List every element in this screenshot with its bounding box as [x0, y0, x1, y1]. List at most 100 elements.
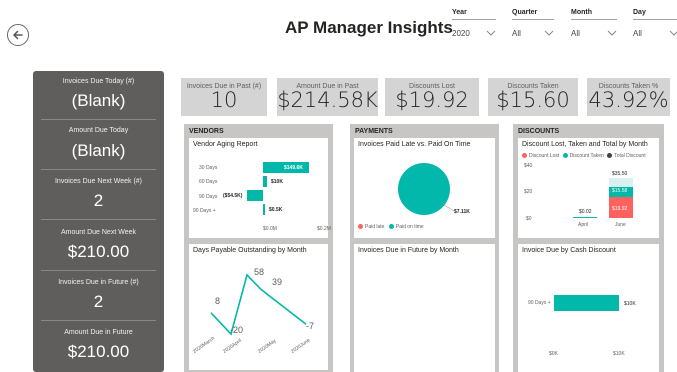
left-kpi-panel: Invoices Due Today (#) (Blank) Amount Du…: [33, 71, 164, 372]
chart-title: Discount Lost, Taken and Total by Month: [522, 141, 648, 148]
data-label: -7: [306, 321, 315, 331]
y-tick: $20: [524, 189, 533, 195]
legend-dot-icon: [562, 153, 568, 159]
slicer-value: All: [571, 29, 580, 38]
data-label: $149.6K: [284, 165, 303, 171]
slicer-value: All: [512, 29, 521, 38]
page-title: AP Manager Insights: [285, 18, 453, 37]
data-label: 8: [215, 296, 221, 306]
data-label: $15.58: [612, 188, 628, 194]
legend: Paid late Paid on time: [358, 224, 424, 230]
day-slicer[interactable]: Day All: [633, 9, 677, 43]
month-slicer[interactable]: Month All: [571, 9, 617, 43]
kpi-label: Invoices Due in Future (#): [58, 279, 139, 286]
leader-line: [443, 204, 455, 212]
kpi-label: Invoices Due Next Week (#): [54, 178, 142, 185]
kpi-card: Amount Due in Past $214.58K: [277, 78, 378, 116]
vendors-section: VENDORS Vendor Aging Report 30 Days 60 D…: [184, 124, 333, 372]
kpi-label: Invoices Due Today (#): [62, 78, 135, 85]
kpi-card: Invoices Due in Past (#) 10: [181, 78, 267, 116]
aging-bar-90[interactable]: [247, 190, 263, 201]
category-label: 90 Days +: [528, 300, 551, 306]
aging-bar-90plus[interactable]: [263, 204, 265, 215]
x-tick: $10K: [613, 351, 625, 357]
chevron-down-icon[interactable]: [486, 29, 496, 37]
legend-label: Paid on time: [395, 224, 424, 230]
dpo-chart[interactable]: Days Payable Outstanding by Month 8 -20 …: [189, 244, 328, 370]
x-tick: $0.2M: [317, 226, 331, 232]
chevron-down-icon[interactable]: [669, 29, 677, 37]
x-tick: June: [615, 222, 626, 228]
legend-label: Discount Taken: [569, 153, 604, 159]
y-tick: $0: [526, 216, 532, 222]
legend-label: Total Discount: [614, 153, 646, 159]
vendor-aging-chart[interactable]: Vendor Aging Report 30 Days 60 Days 90 D…: [189, 138, 331, 238]
bar-june-total[interactable]: [609, 178, 633, 187]
legend-dot-icon: [388, 224, 394, 230]
x-tick: $0K: [549, 351, 558, 357]
slicer-label: Day: [633, 9, 646, 16]
aging-bar-60[interactable]: [263, 176, 267, 187]
kpi-value: 2: [93, 292, 104, 311]
future-due-chart[interactable]: Invoices Due in Future by Month: [354, 244, 495, 372]
chevron-down-icon[interactable]: [607, 29, 617, 37]
back-arrow-icon: [13, 30, 23, 40]
bar-april-taken[interactable]: [573, 217, 597, 218]
kpi-card: Discounts Taken % 43.92%: [587, 78, 670, 116]
kpi-value: 10: [210, 88, 238, 112]
year-slicer[interactable]: Year 2020: [452, 9, 496, 43]
slicer-label: Month: [571, 9, 592, 16]
cash-discount-bar[interactable]: [554, 295, 619, 311]
data-label: $7.11K: [454, 209, 470, 215]
data-label: -20: [230, 325, 244, 335]
dpo-line: [210, 273, 307, 336]
category-label: 90 Days: [199, 194, 218, 200]
slicer-value: 2020: [452, 29, 470, 38]
kpi-value: (Blank): [71, 141, 126, 160]
legend-label: Paid late: [365, 224, 385, 230]
section-title: DISCOUNTS: [518, 128, 560, 135]
kpi-value: $210.00: [67, 342, 130, 361]
data-label: $10K: [271, 179, 283, 185]
payments-section: PAYMENTS Invoices Paid Late vs. Paid On …: [350, 124, 499, 372]
chart-title: Invoice Due by Cash Discount: [522, 247, 616, 254]
data-label: 58: [254, 267, 265, 277]
slicer-value: All: [633, 29, 642, 38]
category-label: 60 Days: [199, 179, 218, 185]
kpi-value: 43.92%: [588, 88, 669, 112]
chart-title: Invoices Due in Future by Month: [358, 247, 459, 254]
kpi-value: 2: [93, 191, 104, 210]
discounts-section: DISCOUNTS Discount Lost, Taken and Total…: [513, 124, 664, 372]
data-label: ($54.5K): [223, 193, 243, 199]
section-title: VENDORS: [189, 128, 224, 135]
kpi-card: Discounts Taken $15.60: [488, 78, 578, 116]
legend-dot-icon: [358, 224, 363, 230]
x-tick: April: [578, 222, 589, 228]
kpi-value: $15.60: [496, 88, 570, 112]
data-label: $10K: [624, 301, 636, 307]
slicer-label: Year: [452, 9, 467, 16]
legend-dot-icon: [522, 153, 527, 159]
slicer-label: Quarter: [512, 9, 538, 16]
y-tick: $40: [524, 163, 533, 169]
legend-dot-icon: [607, 153, 613, 159]
cash-discount-chart[interactable]: Invoice Due by Cash Discount 90 Days + $…: [518, 244, 659, 372]
kpi-value: (Blank): [71, 91, 126, 110]
category-label: 90 Days +: [193, 208, 216, 214]
data-label: $19.92: [612, 206, 628, 212]
chart-title: Vendor Aging Report: [193, 141, 258, 148]
discount-month-chart[interactable]: Discount Lost, Taken and Total by Month …: [518, 138, 659, 238]
category-label: 30 Days: [199, 165, 218, 171]
section-title: PAYMENTS: [355, 128, 393, 135]
pie-chart: [398, 163, 455, 215]
kpi-label: Amount Due Today: [68, 127, 129, 134]
kpi-card: Discounts Lost $19.92: [385, 78, 479, 116]
kpi-label: Amount Due Next Week: [61, 229, 136, 236]
data-label: $35.50: [612, 171, 628, 177]
paid-late-chart[interactable]: Invoices Paid Late vs. Paid On Time $7.1…: [354, 138, 495, 238]
quarter-slicer[interactable]: Quarter All: [512, 9, 554, 43]
kpi-value: $214.58K: [277, 88, 378, 112]
back-button[interactable]: [7, 24, 29, 46]
legend: Discount Lost Discount Taken Total Disco…: [522, 153, 646, 159]
chevron-down-icon[interactable]: [544, 29, 554, 37]
